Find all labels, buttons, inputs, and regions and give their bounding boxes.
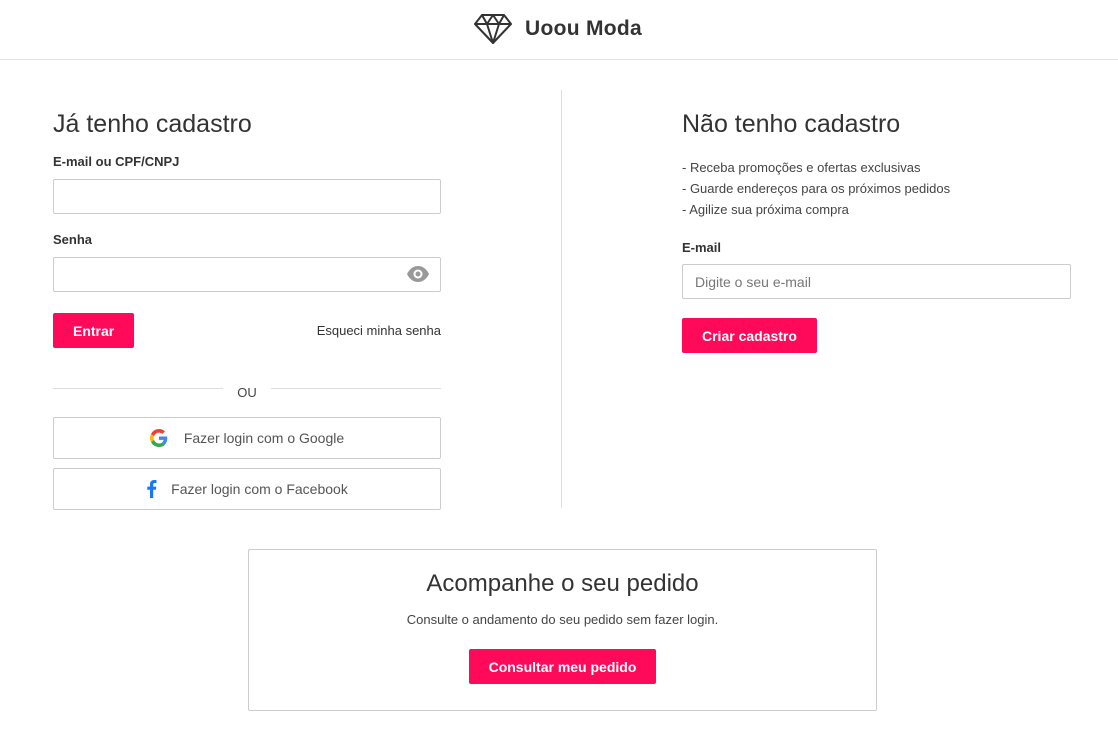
facebook-login-button[interactable]: Fazer login com o Facebook [53, 468, 441, 510]
google-login-button[interactable]: Fazer login com o Google [53, 417, 441, 459]
signup-email-input[interactable] [682, 264, 1071, 299]
benefit-item: - Agilize sua próxima compra [682, 202, 849, 217]
column-divider [561, 90, 562, 508]
forgot-password-link[interactable]: Esqueci minha senha [317, 323, 441, 338]
benefit-item: - Guarde endereços para os próximos pedi… [682, 181, 951, 196]
login-section: Já tenho cadastro E-mail ou CPF/CNPJ Sen… [53, 90, 441, 510]
or-label: OU [237, 385, 257, 400]
google-icon [149, 429, 168, 447]
diamond-icon [474, 14, 512, 44]
password-field-wrapper [53, 257, 441, 292]
eye-icon[interactable] [406, 265, 430, 283]
tracking-description: Consulte o andamento do seu pedido sem f… [406, 612, 719, 627]
signup-benefits-list: - Receba promoções e ofertas exclusivas … [682, 157, 1071, 220]
facebook-login-label: Fazer login com o Facebook [171, 481, 348, 497]
login-title: Já tenho cadastro [53, 110, 252, 138]
signup-section: Não tenho cadastro - Receba promoções e … [682, 90, 1071, 353]
separator-line [53, 388, 224, 389]
email-label: E-mail ou CPF/CNPJ [53, 154, 180, 169]
login-password-input[interactable] [53, 257, 441, 292]
login-email-input[interactable] [53, 179, 441, 214]
signup-email-label: E-mail [682, 240, 722, 255]
site-header: Uoou Moda [0, 0, 1118, 60]
order-tracking-box: Acompanhe o seu pedido Consulte o andame… [248, 549, 877, 711]
brand-logo[interactable]: Uoou Moda [473, 12, 642, 46]
separator-line [270, 388, 441, 389]
brand-name: Uoou Moda [525, 17, 643, 40]
login-actions: Entrar Esqueci minha senha [53, 313, 441, 348]
login-submit-button[interactable]: Entrar [53, 313, 135, 348]
google-login-label: Fazer login com o Google [183, 430, 345, 446]
benefit-item: - Receba promoções e ofertas exclusivas [682, 160, 921, 175]
or-separator: OU [53, 381, 441, 400]
password-label: Senha [53, 232, 93, 247]
track-order-button[interactable]: Consultar meu pedido [468, 649, 657, 684]
tracking-title: Acompanhe o seu pedido [426, 570, 699, 597]
create-account-button[interactable]: Criar cadastro [682, 318, 817, 353]
facebook-icon [146, 480, 157, 498]
signup-title: Não tenho cadastro [682, 110, 901, 138]
